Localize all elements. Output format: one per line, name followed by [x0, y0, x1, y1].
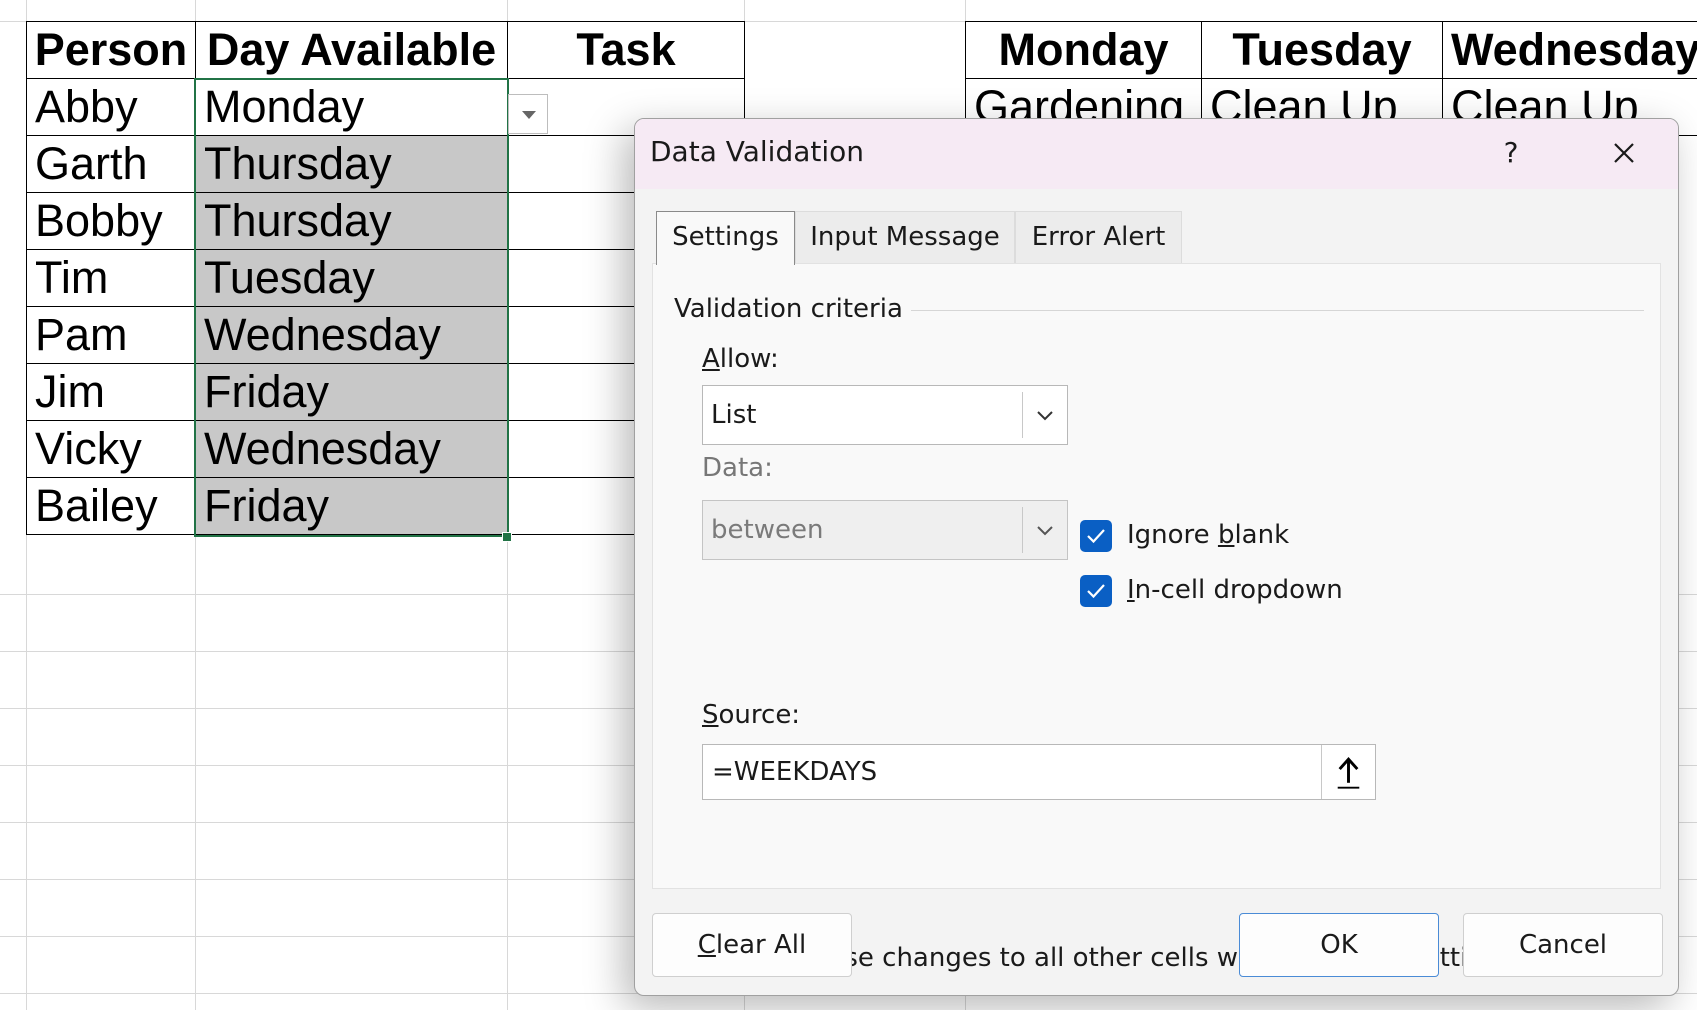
ignore-blank-checkbox[interactable]: [1080, 520, 1112, 552]
data-combobox[interactable]: between: [702, 500, 1068, 560]
dialog-title: Data Validation: [650, 135, 865, 168]
clear-all-button[interactable]: Clear All: [652, 913, 852, 977]
cell-person[interactable]: Bailey: [26, 477, 196, 535]
allow-combobox[interactable]: List: [702, 385, 1068, 445]
header-day-available[interactable]: Day Available: [195, 21, 508, 79]
tab-settings[interactable]: Settings: [656, 211, 795, 265]
header-task[interactable]: Task: [507, 21, 745, 79]
cell-person[interactable]: Tim: [26, 249, 196, 307]
cell-person[interactable]: Jim: [26, 363, 196, 421]
dialog-titlebar[interactable]: Data Validation ?: [635, 119, 1678, 189]
cell-person[interactable]: Vicky: [26, 420, 196, 478]
combo-separator: [1022, 392, 1023, 438]
checkmark-icon: [1087, 584, 1105, 599]
data-validation-dialog: Data Validation ? Settings Input Message…: [634, 118, 1679, 996]
cancel-button[interactable]: Cancel: [1463, 913, 1663, 977]
cell-dropdown-arrow[interactable]: [508, 94, 548, 134]
cell-day-available[interactable]: Friday: [195, 477, 508, 535]
cell-day-available[interactable]: Thursday: [195, 135, 508, 193]
ok-button[interactable]: OK: [1239, 913, 1439, 977]
allow-label: Allow:: [702, 344, 779, 374]
allow-value: List: [711, 400, 757, 430]
close-icon[interactable]: [1600, 129, 1648, 177]
cell-day-available[interactable]: Friday: [195, 363, 508, 421]
validation-criteria-label: Validation criteria: [674, 294, 911, 324]
ignore-blank-label: Ignore blank: [1127, 520, 1290, 550]
fill-handle[interactable]: [502, 532, 512, 542]
data-value: between: [711, 515, 824, 545]
header-monday[interactable]: Monday: [965, 21, 1202, 79]
chevron-down-icon[interactable]: [1031, 517, 1059, 545]
in-cell-dropdown-checkbox[interactable]: [1080, 575, 1112, 607]
checkmark-icon: [1087, 529, 1105, 544]
source-input[interactable]: =WEEKDAYS: [702, 744, 1376, 800]
collapse-dialog-icon[interactable]: [1321, 745, 1375, 799]
tab-error-alert[interactable]: Error Alert: [1015, 211, 1182, 263]
in-cell-dropdown-label: In-cell dropdown: [1127, 575, 1343, 605]
tab-input-message[interactable]: Input Message: [795, 211, 1015, 263]
help-button[interactable]: ?: [1491, 131, 1531, 175]
cell-person[interactable]: Bobby: [26, 192, 196, 250]
header-person[interactable]: Person: [26, 21, 196, 79]
cell-day-available[interactable]: Monday: [195, 78, 508, 136]
combo-separator: [1022, 507, 1023, 553]
cell-person[interactable]: Abby: [26, 78, 196, 136]
cell-person[interactable]: Pam: [26, 306, 196, 364]
source-label: Source:: [702, 700, 801, 730]
cell-person[interactable]: Garth: [26, 135, 196, 193]
cell-day-available[interactable]: Thursday: [195, 192, 508, 250]
header-tuesday[interactable]: Tuesday: [1201, 21, 1443, 79]
cell-day-available[interactable]: Wednesday: [195, 306, 508, 364]
chevron-down-icon[interactable]: [1031, 402, 1059, 430]
header-wednesday[interactable]: Wednesday: [1442, 21, 1697, 79]
cell-day-available[interactable]: Wednesday: [195, 420, 508, 478]
data-label: Data:: [702, 453, 773, 483]
settings-panel: Validation criteria Allow: List Data: be…: [652, 263, 1661, 973]
cell-day-available[interactable]: Tuesday: [195, 249, 508, 307]
source-value: =WEEKDAYS: [712, 757, 878, 787]
